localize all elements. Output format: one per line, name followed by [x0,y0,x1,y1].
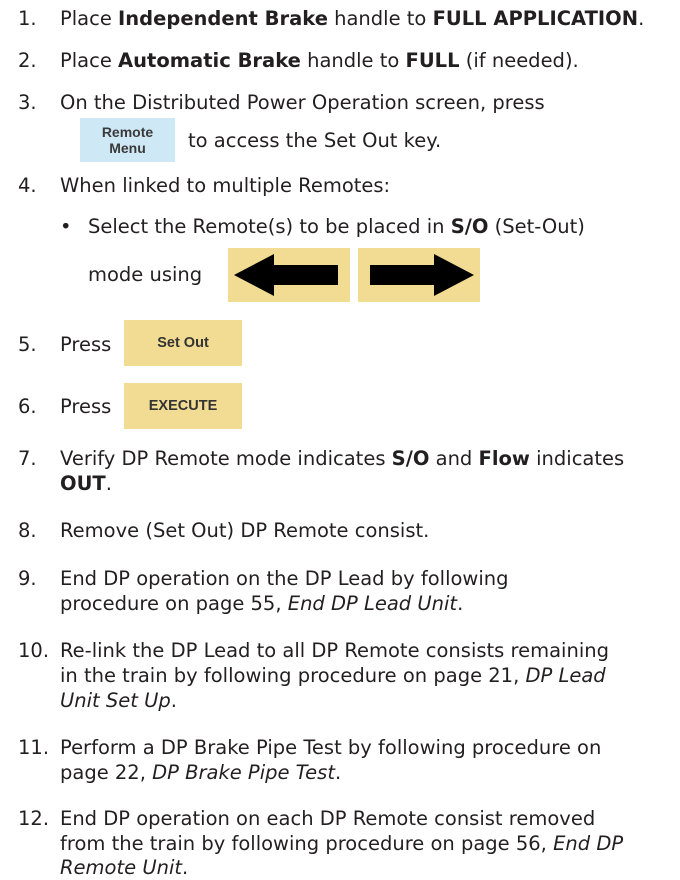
key-label-line1: Remote [101,124,154,140]
step-text: Perform a DP Brake Pipe Test by followin… [60,736,602,759]
step-number: 5. [18,333,37,356]
step-text: Re-link the DP Lead to all DP Remote con… [60,639,609,662]
step-number: 10. [18,639,50,662]
step-number: 7. [18,447,37,470]
step-number: 2. [18,49,37,72]
step-number: 3. [18,91,37,114]
key-label-line2: Menu [109,140,146,156]
step-text: When linked to multiple Remotes: [60,174,391,197]
left-arrow-button[interactable] [228,248,350,302]
step-text: Verify DP Remote mode indicates S/O and … [60,447,625,470]
step-number: 1. [18,7,37,30]
bullet-text: Select the Remote(s) to be placed in S/O… [88,215,585,238]
step-text: to access the Set Out key. [188,129,442,152]
step-text: End DP operation on the DP Lead by follo… [60,567,509,590]
step-text: Place Independent Brake handle to FULL A… [60,7,645,30]
step-text: from the train by following procedure on… [60,832,624,855]
step-number: 11. [18,736,50,759]
step-text: End DP operation on each DP Remote consi… [60,807,596,830]
step-text: Remove (Set Out) DP Remote consist. [60,519,430,542]
step-text: Place Automatic Brake handle to FULL (if… [60,49,579,72]
step-text: Remote Unit. [60,856,189,879]
step-text: in the train by following procedure on p… [60,664,606,687]
execute-key[interactable]: EXECUTE [124,383,242,429]
step-number: 8. [18,519,37,542]
step-text: Unit Set Up. [60,689,177,712]
step-number: 6. [18,395,37,418]
step-text: procedure on page 55, End DP Lead Unit. [60,592,464,615]
step-text: On the Distributed Power Operation scree… [60,91,545,114]
set-out-key[interactable]: Set Out [124,320,242,366]
remote-menu-key[interactable]: Remote Menu [80,118,175,162]
bullet-icon: • [60,215,72,238]
step-text: page 22, DP Brake Pipe Test. [60,761,342,784]
step-number: 12. [18,807,50,830]
step-text: OUT. [60,472,112,495]
right-arrow-button[interactable] [358,248,480,302]
step-number: 4. [18,174,37,197]
step-number: 9. [18,567,37,590]
right-arrow-icon [370,254,474,296]
left-arrow-icon [234,254,338,296]
